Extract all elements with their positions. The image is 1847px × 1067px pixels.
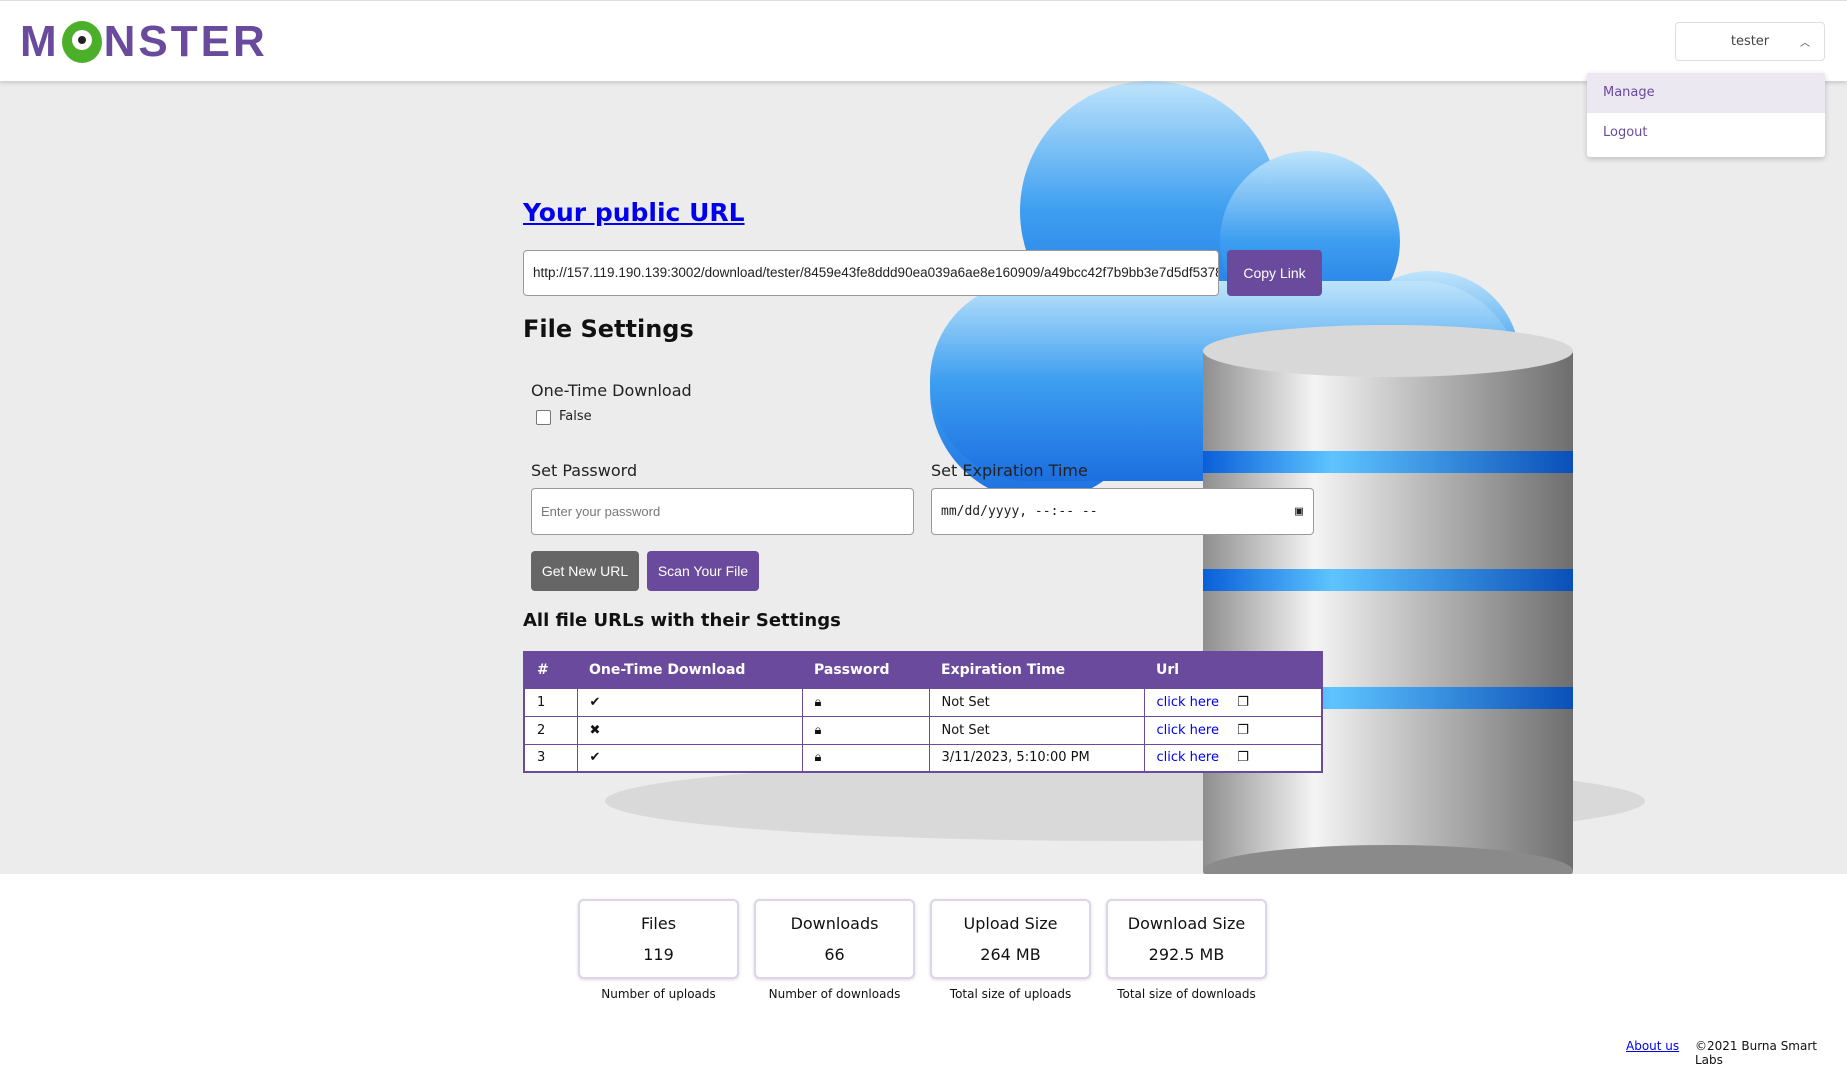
stat-card-downloads: Downloads 66 <box>754 899 915 979</box>
file-settings-heading: File Settings <box>523 315 694 343</box>
stat-caption: Number of uploads <box>601 987 716 1001</box>
copy-link-button[interactable]: Copy Link <box>1227 250 1322 296</box>
one-time-download-checkbox[interactable] <box>536 410 551 425</box>
monster-mascot-icon <box>61 21 102 63</box>
col-number: # <box>524 652 577 688</box>
col-one-time: One-Time Download <box>577 652 802 688</box>
one-time-download-value: False <box>559 409 592 424</box>
check-icon: ✔ <box>576 687 803 717</box>
lock-icon: 🔒︎ <box>801 743 930 773</box>
col-url: Url <box>1144 652 1322 688</box>
calendar-icon[interactable]: ▣ <box>1295 489 1303 534</box>
stat-caption: Total size of uploads <box>949 987 1072 1001</box>
one-time-download-label: One-Time Download <box>531 381 692 400</box>
monster-logo[interactable]: M NSTER <box>20 17 268 67</box>
expiration-placeholder: mm/dd/yyyy, --:-- -- <box>941 504 1098 519</box>
stat-card-download-size: Download Size 292.5 MB <box>1106 899 1267 979</box>
check-icon: ✔ <box>576 743 803 773</box>
table-row: 2 ✖ 🔒︎ Not Set click here ❐ <box>523 715 1323 745</box>
expiration-value: Not Set <box>928 687 1145 717</box>
row-number: 1 <box>523 687 578 717</box>
stat-card-files: Files 119 <box>578 899 739 979</box>
file-urls-table: # One-Time Download Password Expiration … <box>523 651 1323 773</box>
expiration-value: 3/11/2023, 5:10:00 PM <box>928 743 1145 773</box>
lock-icon: 🔒︎ <box>801 687 930 717</box>
click-here-link[interactable]: click here <box>1157 723 1219 738</box>
x-icon: ✖ <box>576 715 803 745</box>
expiration-datetime-input[interactable]: mm/dd/yyyy, --:-- -- ▣ <box>931 488 1314 535</box>
stat-value: 119 <box>643 945 674 964</box>
click-here-link[interactable]: click here <box>1157 750 1219 765</box>
password-input[interactable]: Enter your password <box>531 488 914 535</box>
stat-title: Files <box>640 914 677 933</box>
copy-icon[interactable]: ❐ <box>1237 750 1249 765</box>
row-number: 3 <box>523 743 578 773</box>
stat-card-upload-size: Upload Size 264 MB <box>930 899 1091 979</box>
lock-icon: 🔒︎ <box>801 715 930 745</box>
stat-title: Download Size <box>1127 914 1246 933</box>
row-number: 2 <box>523 715 578 745</box>
about-us-link[interactable]: About us <box>1626 1039 1679 1053</box>
stat-value: 292.5 MB <box>1148 945 1225 964</box>
public-url-input[interactable]: http://157.119.190.139:3002/download/tes… <box>523 250 1219 296</box>
copy-icon[interactable]: ❐ <box>1237 723 1249 738</box>
copyright: ©2021 Burna Smart Labs <box>1695 1039 1817 1067</box>
stat-title: Downloads <box>790 914 879 933</box>
col-expiration: Expiration Time <box>929 652 1144 688</box>
set-expiration-label: Set Expiration Time <box>931 461 1088 480</box>
menu-item-logout[interactable]: Logout <box>1587 113 1825 153</box>
click-here-link[interactable]: click here <box>1157 695 1219 710</box>
public-url-link[interactable]: Your public URL <box>523 198 745 227</box>
copy-icon[interactable]: ❐ <box>1237 695 1249 710</box>
stat-caption: Number of downloads <box>768 987 901 1001</box>
user-menu: Manage Logout <box>1587 73 1825 157</box>
expiration-value: Not Set <box>928 715 1145 745</box>
set-password-label: Set Password <box>531 461 638 480</box>
scan-file-button[interactable]: Scan Your File <box>647 551 759 591</box>
header: M NSTER tester ︿ <box>0 0 1847 81</box>
file-urls-heading: All file URLs with their Settings <box>523 610 841 631</box>
stat-caption: Total size of downloads <box>1117 987 1256 1001</box>
stat-title: Upload Size <box>963 914 1058 933</box>
user-dropdown[interactable]: tester ︿ <box>1675 22 1825 61</box>
get-new-url-button[interactable]: Get New URL <box>531 551 639 591</box>
table-row: 1 ✔ 🔒︎ Not Set click here ❐ <box>523 687 1323 717</box>
table-row: 3 ✔ 🔒︎ 3/11/2023, 5:10:00 PM click here … <box>523 743 1323 773</box>
stat-value: 66 <box>824 945 845 964</box>
menu-item-manage[interactable]: Manage <box>1587 73 1825 113</box>
chevron-up-icon: ︿ <box>1800 38 1810 49</box>
stat-value: 264 MB <box>980 945 1041 964</box>
username: tester <box>1730 34 1770 49</box>
col-password: Password <box>802 652 929 688</box>
